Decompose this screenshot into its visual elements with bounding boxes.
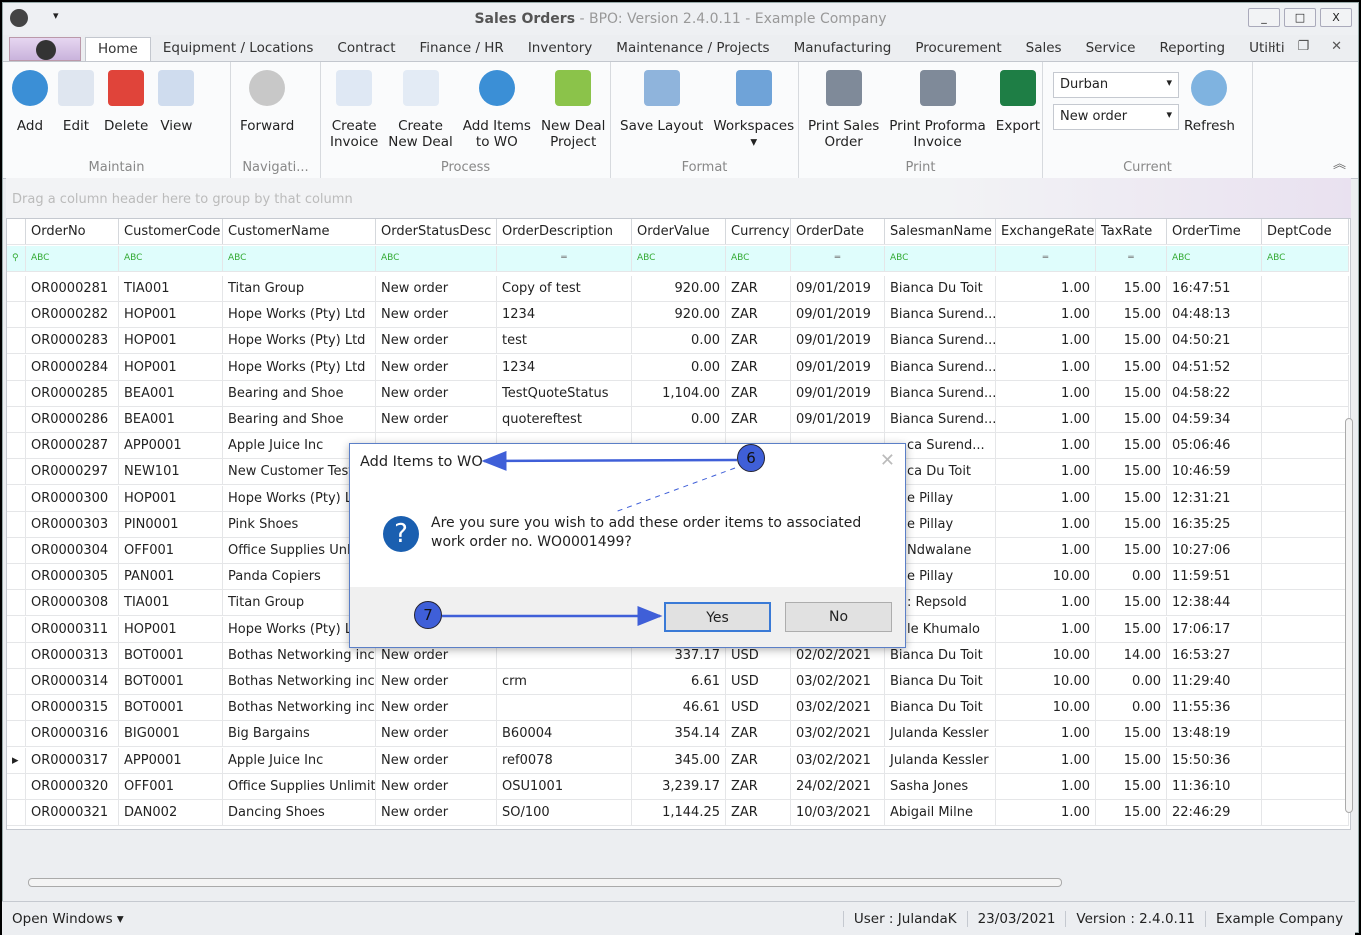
arrow-6-message	[614, 467, 736, 513]
annotation-badge-6: 6	[737, 444, 765, 472]
annotation-badge-7: 7	[414, 601, 442, 629]
annotation-arrows	[442, 450, 738, 626]
arrow-6-title	[481, 450, 738, 471]
